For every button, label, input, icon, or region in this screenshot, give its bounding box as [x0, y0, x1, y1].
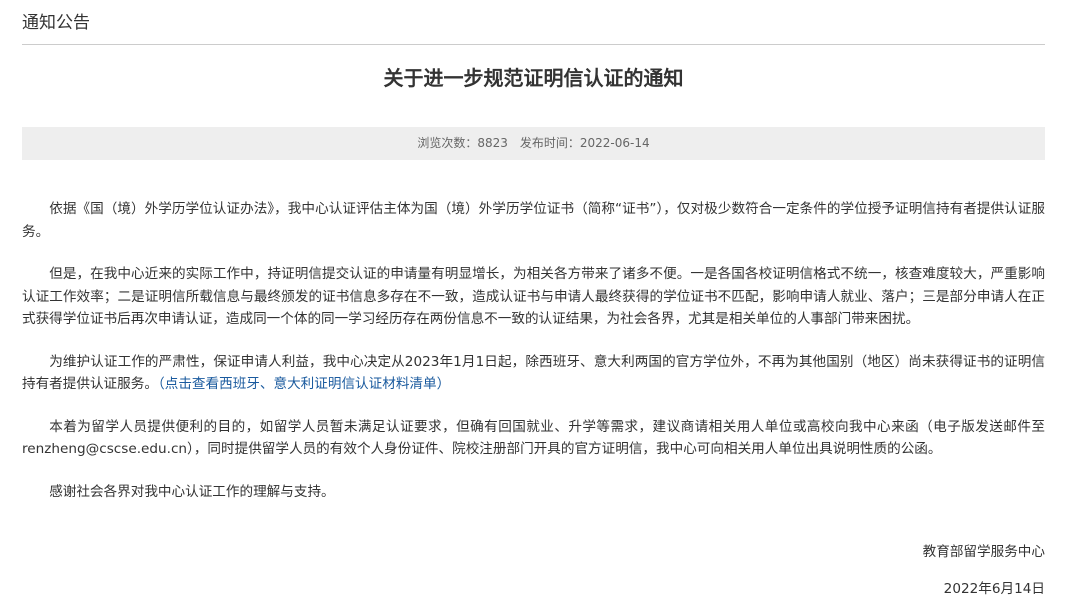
view-count: 浏览次数：8823 — [417, 136, 508, 150]
paragraph-1: 依据《国（境）外学历学位认证办法》，我中心认证评估主体为国（境）外学历学位证书（… — [22, 201, 1045, 240]
section-title: 通知公告 — [22, 13, 90, 33]
article-meta-bar: 浏览次数：8823 发布时间：2022-06-14 — [22, 127, 1045, 160]
paragraph-5: 感谢社会各界对我中心认证工作的理解与支持。 — [49, 483, 335, 500]
material-list-link[interactable]: （点击查看西班牙、意大利证明信认证材料清单） — [158, 376, 450, 392]
article-date: 2022年6月14日 — [943, 581, 1045, 597]
paragraph-2: 但是，在我中心近来的实际工作中，持证明信提交认证的申请量有明显增长，为相关各方带… — [22, 266, 1045, 327]
article-body: 依据《国（境）外学历学位认证办法》，我中心认证评估主体为国（境）外学历学位证书（… — [22, 198, 1045, 523]
section-header: 通知公告 — [22, 8, 1045, 45]
article-title: 关于进一步规范证明信认证的通知 — [383, 66, 684, 90]
publish-date: 发布时间：2022-06-14 — [519, 136, 650, 150]
paragraph-3: 为维护认证工作的严肃性，保证申请人利益，我中心决定从2023年1月1日起，除西班… — [22, 351, 1045, 396]
paragraph-4: 本着为留学人员提供便利的目的，如留学人员暂未满足认证要求，但确有回国就业、升学等… — [22, 418, 1045, 458]
signature: 教育部留学服务中心 — [922, 544, 1045, 560]
